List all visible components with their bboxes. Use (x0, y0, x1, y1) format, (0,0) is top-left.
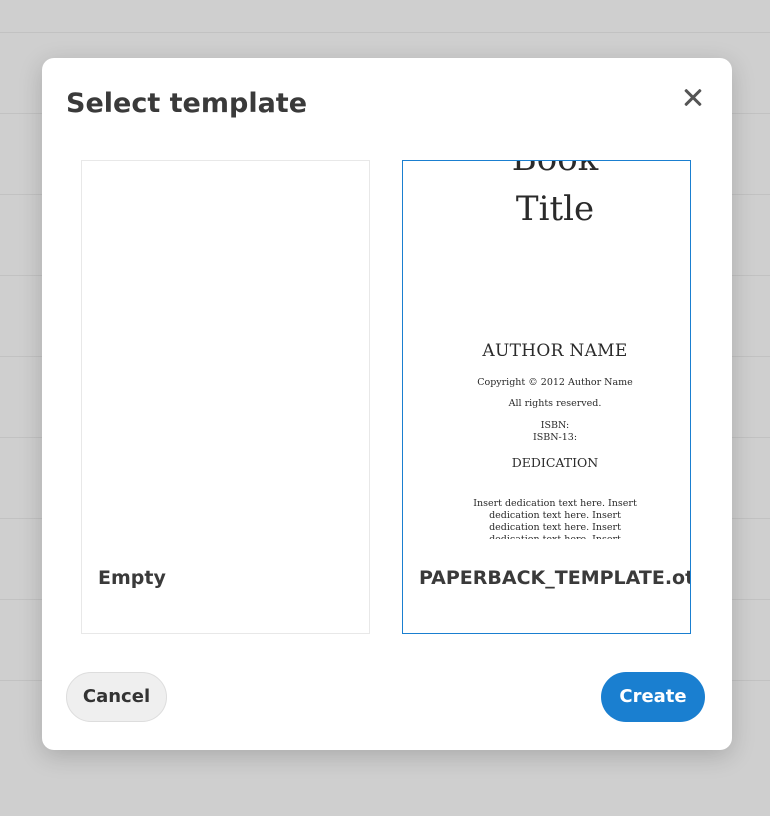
preview-dedication-heading: DEDICATION (511, 455, 599, 470)
dialog-title: Select template (66, 88, 308, 119)
template-preview: Book Title AUTHOR NAME Copyright © 2012 … (423, 161, 687, 539)
preview-author: AUTHOR NAME (482, 341, 628, 361)
template-label: PAPERBACK_TEMPLATE.ott (419, 567, 691, 589)
close-icon[interactable] (678, 82, 708, 112)
preview-copyright: Copyright © 2012 Author Name (477, 377, 633, 388)
preview-isbn13: ISBN-13: (532, 432, 578, 443)
template-card-empty[interactable]: Empty (81, 160, 370, 634)
backdrop-line (0, 32, 770, 33)
template-label: Empty (98, 567, 166, 589)
select-template-dialog: Select template Empty Book Title AUTHOR … (42, 58, 732, 750)
preview-book-line: Book (423, 161, 687, 179)
preview-rights: All rights reserved. (508, 398, 602, 409)
template-card-paperback[interactable]: Book Title AUTHOR NAME Copyright © 2012 … (402, 160, 691, 634)
cancel-button[interactable]: Cancel (66, 672, 167, 722)
preview-title: Title (515, 189, 595, 229)
create-button[interactable]: Create (601, 672, 705, 722)
preview-dedication-text: Insert dedication text here. Insert dedi… (473, 498, 637, 539)
preview-isbn: ISBN: (540, 420, 570, 431)
